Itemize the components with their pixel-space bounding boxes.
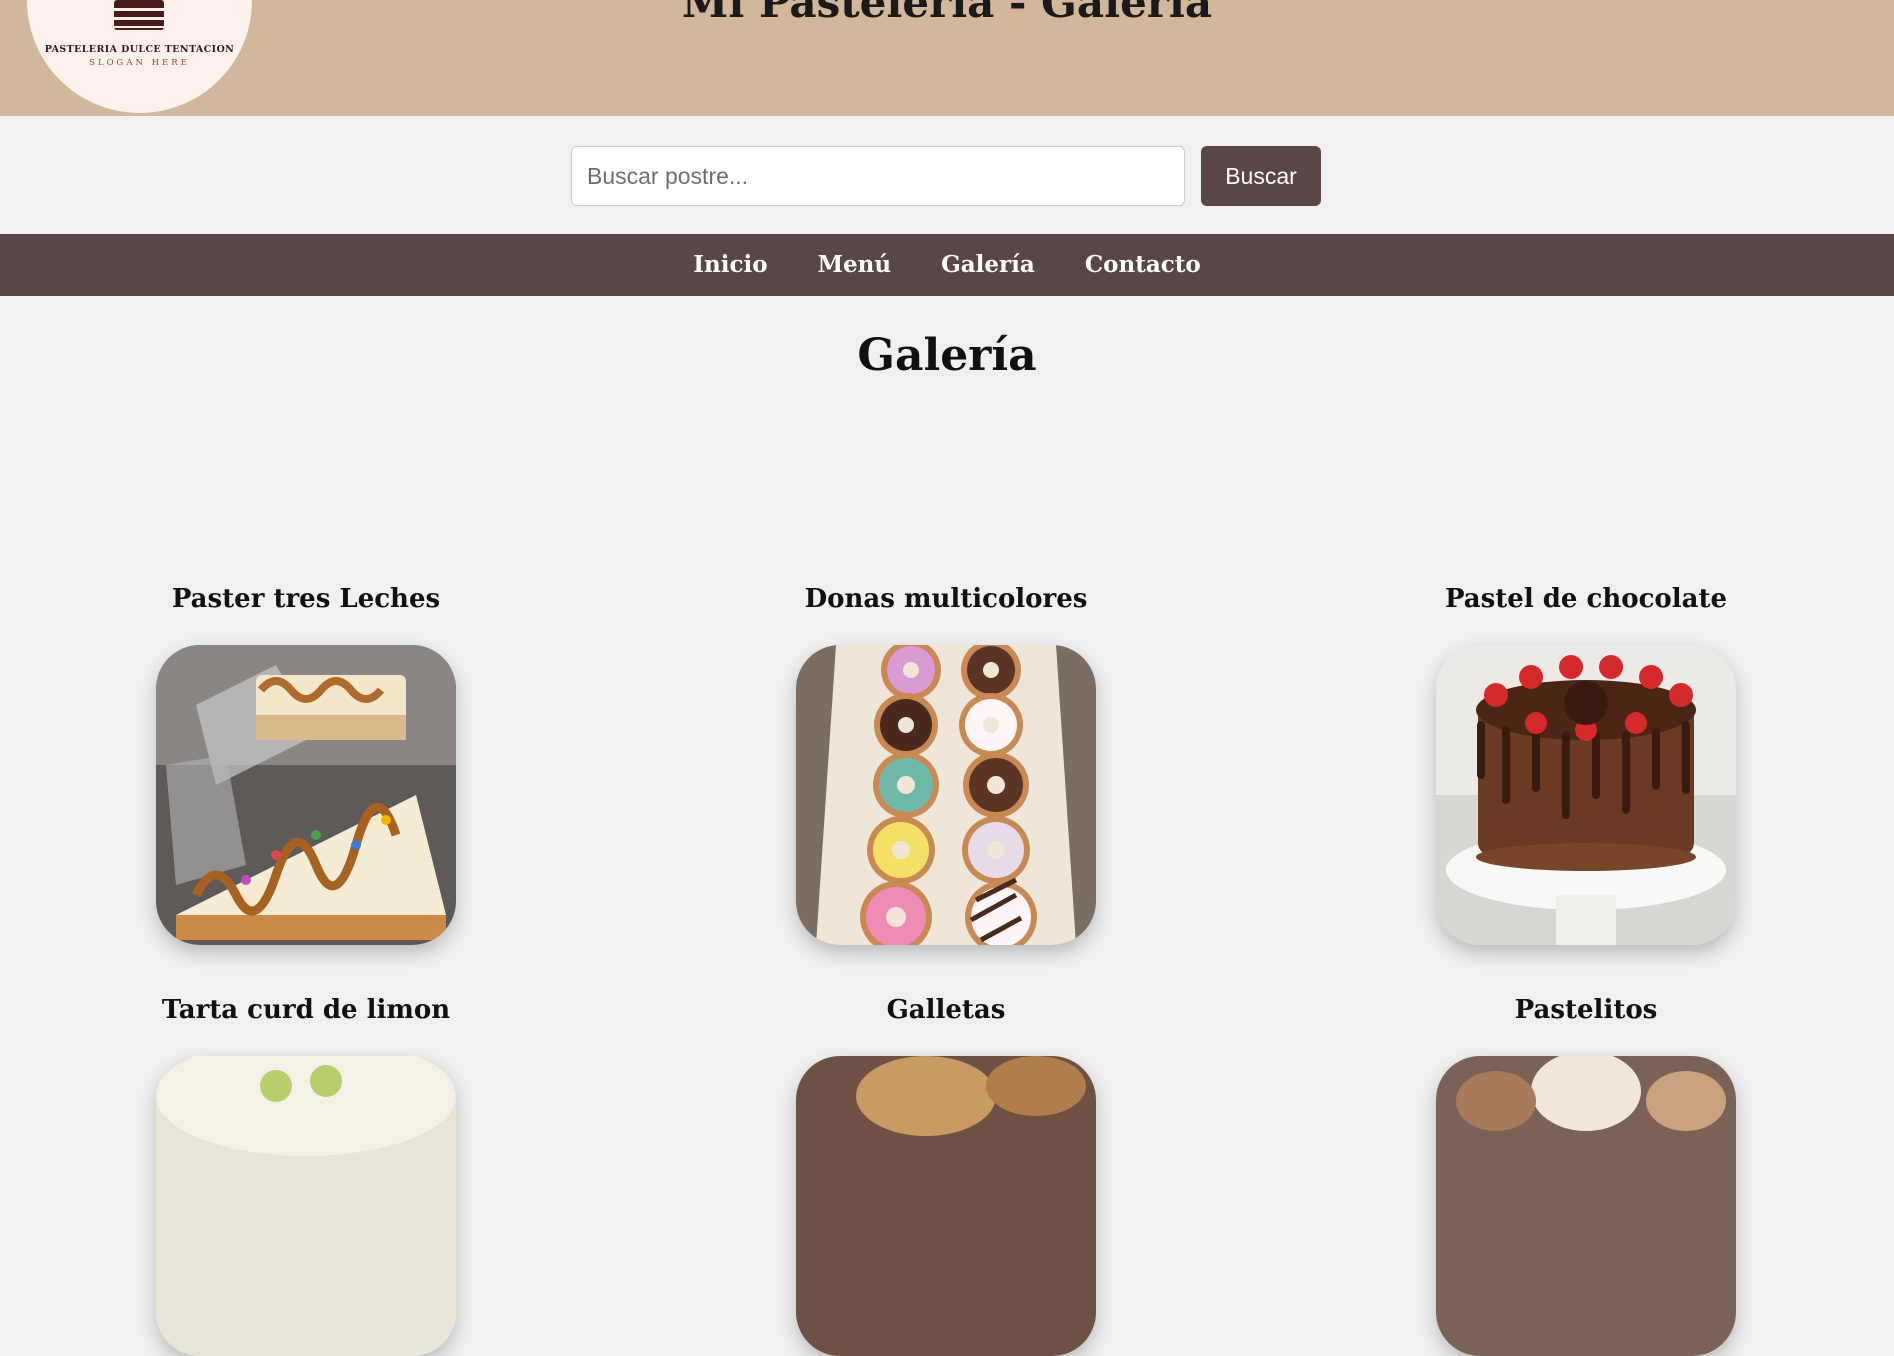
gallery-item[interactable]: Pastelitos <box>1376 990 1796 1356</box>
cookies-photo[interactable] <box>796 1056 1096 1356</box>
cupcakes-photo[interactable] <box>1436 1056 1736 1356</box>
chocolate-cake-photo[interactable] <box>1436 645 1736 945</box>
gallery-item-title: Paster tres Leches <box>171 584 441 614</box>
gallery-item-title: Galletas <box>886 995 1006 1025</box>
gallery-item[interactable]: Tarta curd de limon <box>96 990 516 1356</box>
gallery-item[interactable]: Paster tres Leches <box>96 579 516 945</box>
lemon-tart-photo[interactable] <box>156 1056 456 1356</box>
gallery-item-title: Pastelitos <box>1514 995 1658 1025</box>
gallery-item[interactable]: Pastel de chocolate <box>1376 579 1796 945</box>
donuts-photo[interactable] <box>796 645 1096 945</box>
gallery-item[interactable]: Donas multicolores <box>736 579 1156 945</box>
gallery: Paster tres Leches Donas multicolores Pa… <box>0 0 1894 1356</box>
gallery-item[interactable]: Galletas <box>736 990 1156 1356</box>
gallery-item-title: Donas multicolores <box>804 584 1088 614</box>
gallery-item-title: Tarta curd de limon <box>161 995 451 1025</box>
gallery-item-title: Pastel de chocolate <box>1444 584 1728 614</box>
tres-leches-photo[interactable] <box>156 645 456 945</box>
